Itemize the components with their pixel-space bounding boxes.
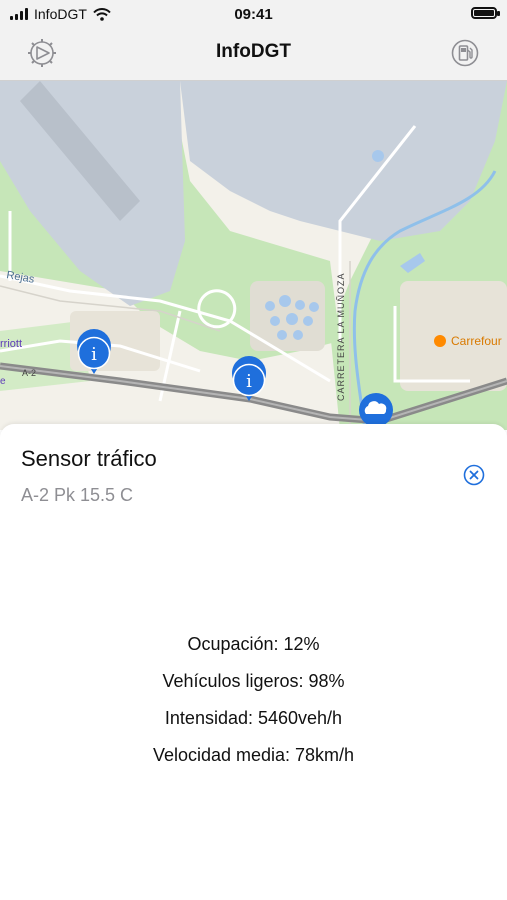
fuel-station-icon — [451, 39, 479, 67]
status-bar: InfoDGT 09:41 — [0, 0, 507, 28]
stat-light-vehicles: Vehículos ligeros: 98% — [162, 671, 345, 691]
close-button[interactable] — [463, 464, 485, 486]
detail-sheet: Sensor tráfico A-2 Pk 15.5 C Ocupación: … — [0, 424, 507, 900]
app-title: InfoDGT — [216, 41, 291, 62]
status-time: 09:41 — [234, 6, 273, 23]
map-label-edge: e — [0, 376, 6, 387]
sensor-title: Sensor tráfico — [21, 446, 157, 471]
stat-intensity: Intensidad: 5460veh/h — [164, 708, 343, 728]
nav-bar: InfoDGT — [0, 28, 507, 81]
stat-occupancy: Ocupación: 12% — [187, 634, 320, 654]
map-label-a2: A-2 — [22, 368, 36, 378]
svg-text:i: i — [91, 344, 97, 365]
fuel-stations-button[interactable] — [449, 37, 481, 69]
sensor-location: A-2 Pk 15.5 C — [21, 485, 134, 505]
map-label-carrefour[interactable]: Carrefour — [451, 334, 502, 348]
weather-marker[interactable] — [359, 393, 393, 427]
map-label-carretera: CARRETERA LA MUÑOZA — [336, 272, 346, 401]
close-circle-icon — [463, 464, 485, 486]
stat-avg-speed: Velocidad media: 78km/h — [152, 745, 355, 765]
carrefour-icon[interactable] — [434, 335, 446, 347]
map-view[interactable]: Rejas rriott A-2 e CARRETERA LA MUÑOZA C… — [0, 81, 507, 430]
map-label-marriott: rriott — [0, 338, 22, 350]
sensor-stats: Ocupación: 12% Vehículos ligeros: 98% In… — [0, 626, 507, 774]
battery-icon — [471, 7, 500, 19]
svg-text:i: i — [246, 371, 252, 392]
